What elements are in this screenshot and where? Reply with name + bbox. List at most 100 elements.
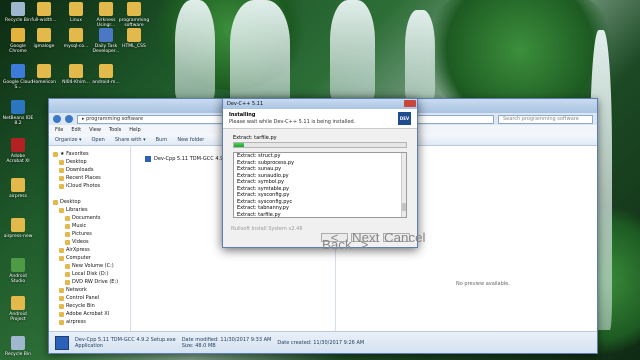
- toolbar-button[interactable]: New folder: [177, 137, 204, 143]
- log-scrollbar[interactable]: [401, 153, 406, 217]
- shortcut-icon: [11, 2, 25, 16]
- desktop-icon[interactable]: Homelicon: [28, 64, 60, 85]
- folder-icon: [65, 231, 70, 237]
- nav-item[interactable]: Documents: [49, 214, 130, 222]
- shortcut-icon: [11, 296, 25, 310]
- nav-item[interactable]: New Volume (C:): [49, 262, 130, 270]
- nav-item[interactable]: airpress: [49, 318, 130, 326]
- nav-item[interactable]: ★ Favorites: [49, 150, 130, 158]
- nav-item[interactable]: DVD RW Drive (E:): [49, 278, 130, 286]
- nav-item[interactable]: Adobe Acrobat XI: [49, 310, 130, 318]
- desktop-icon[interactable]: airpress-new: [2, 218, 34, 239]
- desktop-icon-label: Recycle Bin: [5, 352, 31, 357]
- scroll-thumb[interactable]: [402, 203, 406, 211]
- toolbar-button[interactable]: Organize ▾: [55, 137, 82, 143]
- desktop-icon[interactable]: Android Studio: [2, 258, 34, 284]
- menu-item[interactable]: Help: [129, 127, 140, 133]
- menu-item[interactable]: Edit: [71, 127, 81, 133]
- folder-icon: [59, 167, 64, 173]
- desktop-icon[interactable]: mysql-co...: [60, 28, 92, 49]
- nav-item[interactable]: Local Disk (D:): [49, 270, 130, 278]
- toolbar-button[interactable]: Open: [92, 137, 105, 143]
- nav-item[interactable]: Downloads: [49, 166, 130, 174]
- nav-item[interactable]: Desktop: [49, 198, 130, 206]
- folder-icon: [59, 159, 64, 165]
- install-log[interactable]: Extract: struct.py Extract: subprocess.py…: [233, 152, 407, 218]
- installer-dialog[interactable]: Dev-C++ 5.11 Installing Please wait whil…: [222, 98, 426, 251]
- folder-icon: [65, 239, 70, 245]
- desktop-icon[interactable]: NI04-Khim...: [60, 64, 92, 85]
- shortcut-icon: [99, 28, 113, 42]
- nav-item[interactable]: Network: [49, 286, 130, 294]
- nav-item-label: Downloads: [66, 167, 94, 173]
- search-input[interactable]: Search programming software: [498, 114, 593, 124]
- back-button[interactable]: < Back: [321, 231, 352, 251]
- next-button[interactable]: Next >: [351, 231, 379, 251]
- menu-item[interactable]: View: [89, 127, 101, 133]
- folder-icon: [59, 247, 64, 253]
- desktop-icon-label: Android Studio: [9, 274, 27, 284]
- nav-item-label: Documents: [72, 215, 101, 221]
- nav-item[interactable]: Recycle Bin: [49, 302, 130, 310]
- shortcut-icon: [37, 28, 51, 42]
- shortcut-icon: [11, 28, 25, 42]
- desktop-icon[interactable]: Linux: [60, 2, 92, 23]
- desktop-icon[interactable]: android-m...: [90, 64, 122, 85]
- desktop-icon-label: airpress-new: [3, 234, 33, 239]
- nav-item-label: AirXpress: [66, 247, 90, 253]
- nav-item[interactable]: Pictures: [49, 230, 130, 238]
- nav-item[interactable]: AirXpress: [49, 246, 130, 254]
- menu-item[interactable]: Tools: [109, 127, 121, 133]
- nav-item[interactable]: Recent Places: [49, 174, 130, 182]
- menu-item[interactable]: File: [55, 127, 63, 133]
- nav-item-label: DVD RW Drive (E:): [72, 279, 119, 285]
- desktop-icon[interactable]: full-width...: [28, 2, 60, 23]
- nav-item-label: Local Disk (D:): [72, 271, 109, 277]
- desktop-icon-label: NetBeans IDE 8.2: [2, 116, 34, 126]
- toolbar-button[interactable]: Share with ▾: [115, 137, 146, 143]
- desktop-icon[interactable]: programming software: [118, 2, 150, 28]
- nav-item-label: Music: [72, 223, 87, 229]
- installer-heading: Installing: [229, 112, 256, 118]
- navigation-pane[interactable]: ★ Favorites Desktop Downloads Recent Places…: [49, 146, 131, 331]
- nav-item[interactable]: Music: [49, 222, 130, 230]
- forward-icon[interactable]: [65, 115, 73, 123]
- nav-item[interactable]: Computer: [49, 254, 130, 262]
- folder-icon: [59, 311, 64, 317]
- folder-icon: [59, 183, 64, 189]
- nav-item-label: Control Panel: [66, 295, 100, 301]
- nav-item[interactable]: iCloud Photos: [49, 182, 130, 190]
- shortcut-icon: [127, 2, 141, 16]
- folder-icon: [53, 199, 58, 205]
- back-icon[interactable]: [53, 115, 61, 123]
- desktop-icon[interactable]: airpress: [2, 178, 34, 199]
- folder-icon: [59, 287, 64, 293]
- desktop-icon[interactable]: Adobe Acrobat XI: [2, 138, 34, 164]
- desktop-icon[interactable]: igmaloge: [28, 28, 60, 49]
- toolbar-button[interactable]: Burn: [156, 137, 168, 143]
- shortcut-icon: [11, 100, 25, 114]
- shortcut-icon: [37, 2, 51, 16]
- nav-item[interactable]: Desktop: [49, 158, 130, 166]
- shortcut-icon: [37, 64, 51, 78]
- nav-item-label: Computer: [66, 255, 91, 261]
- nav-item[interactable]: [49, 190, 130, 198]
- nav-item[interactable]: Videos: [49, 238, 130, 246]
- desktop-icon[interactable]: HTML_CSS: [118, 28, 150, 49]
- nav-item[interactable]: Libraries: [49, 206, 130, 214]
- desktop-icon-label: android-m...: [92, 80, 120, 85]
- desktop-icon[interactable]: Android Project: [2, 296, 34, 322]
- details-name: Dev-Cpp 5.11 TDM-GCC 4.9.2 Setup.exe: [75, 336, 176, 343]
- installer-titlebar[interactable]: Dev-C++ 5.11: [223, 99, 417, 109]
- log-line: Extract: tarfile.py: [237, 211, 281, 218]
- desktop-icon[interactable]: NetBeans IDE 8.2: [2, 100, 34, 126]
- search-placeholder: Search programming software: [503, 116, 579, 122]
- nav-item-label: Recent Places: [66, 175, 101, 181]
- close-icon[interactable]: [404, 100, 416, 107]
- cancel-button[interactable]: Cancel: [383, 231, 426, 244]
- details-size: Size: 48.0 MB: [181, 342, 216, 349]
- nav-item[interactable]: Control Panel: [49, 294, 130, 302]
- desktop-icon[interactable]: Recycle Bin: [2, 336, 34, 357]
- desktop-icon-label: Linux: [69, 18, 83, 23]
- desktop-icon-label: HTML_CSS: [122, 44, 146, 49]
